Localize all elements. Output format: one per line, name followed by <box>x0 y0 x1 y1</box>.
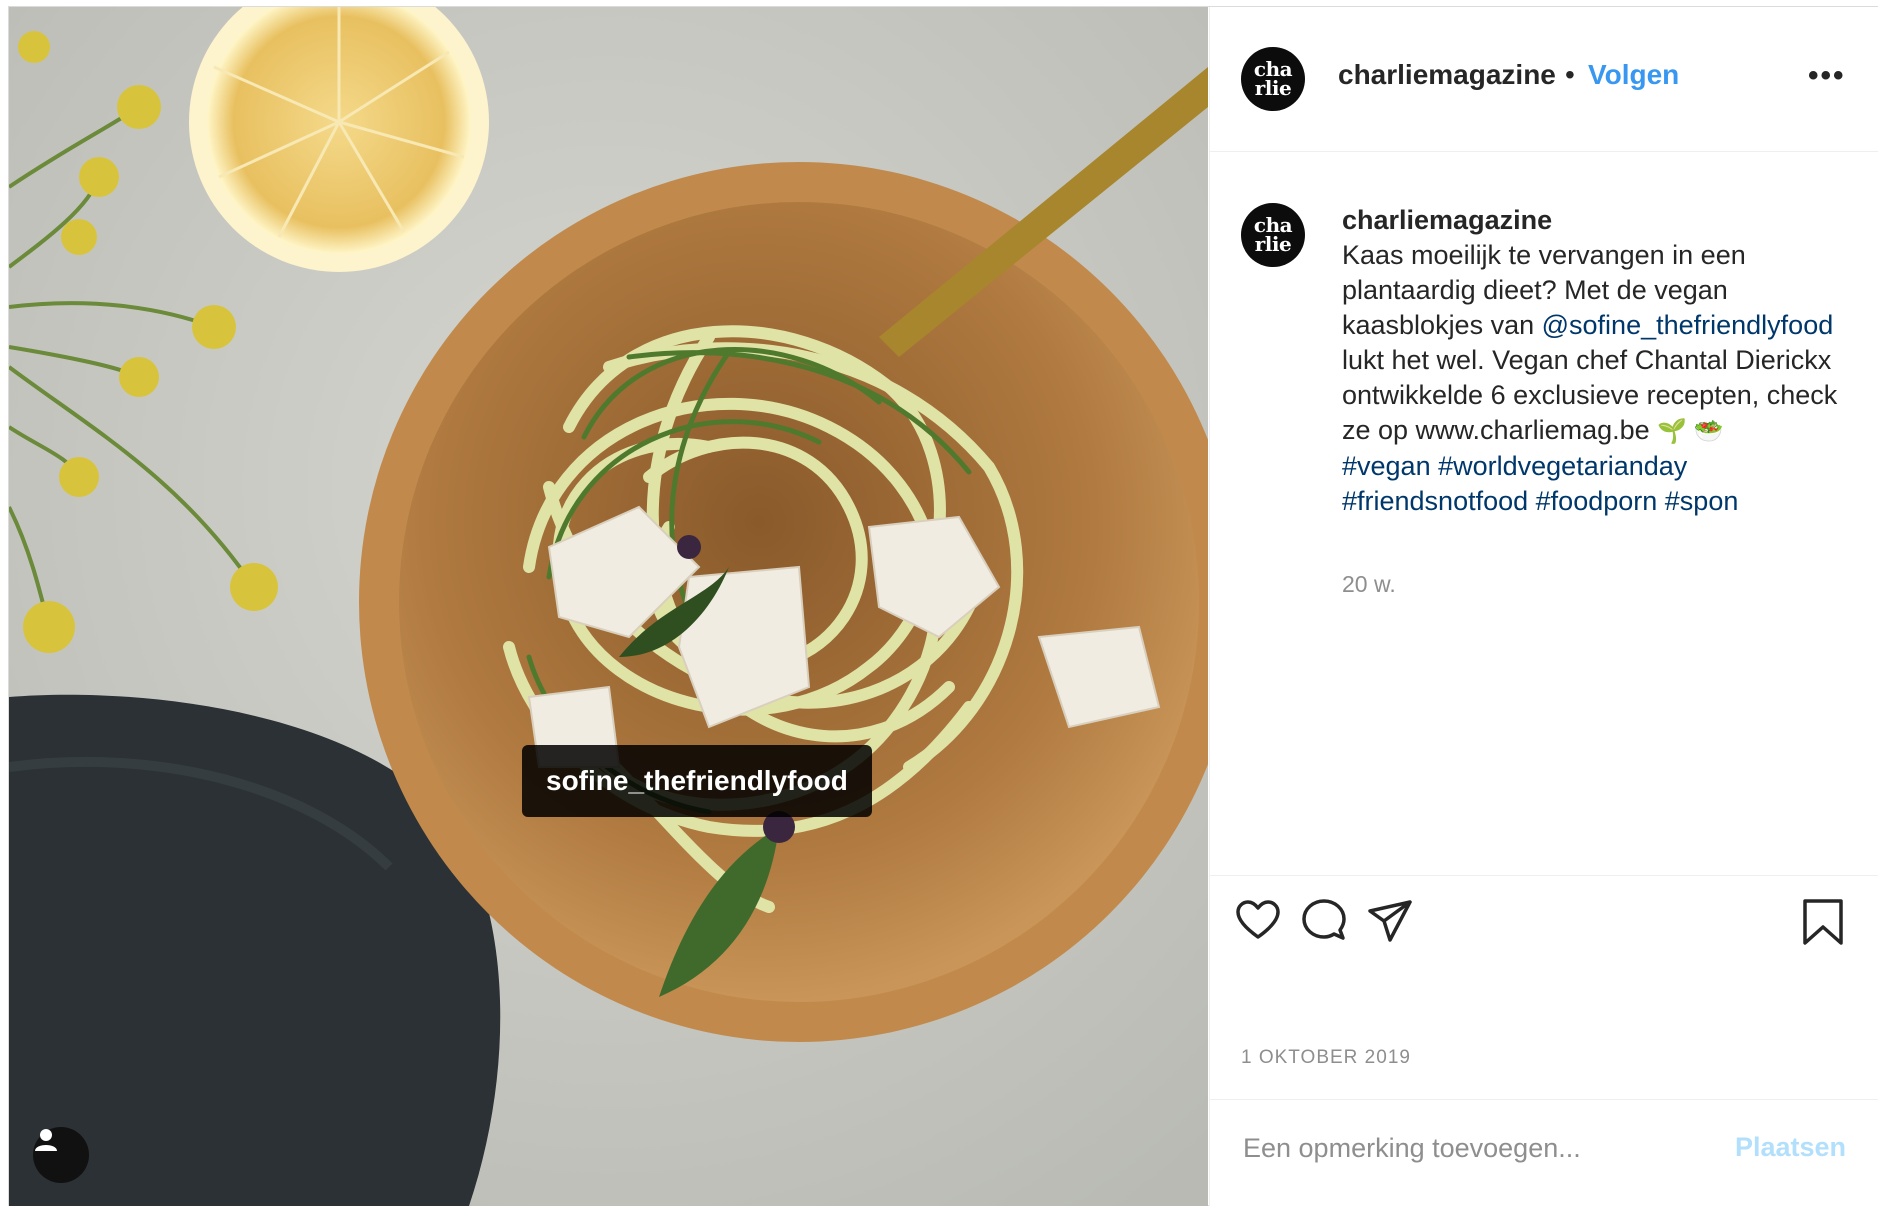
post-date[interactable]: 1 OKTOBER 2019 <box>1241 1047 1411 1069</box>
post-details-panel: cha rlie charliemagazine • Volgen ••• ch… <box>1209 7 1878 1206</box>
comment-input[interactable] <box>1241 1132 1725 1165</box>
follow-button[interactable]: Volgen <box>1588 59 1679 91</box>
post-photo[interactable]: sofine_thefriendlyfood <box>9 7 1208 1206</box>
caption-author-link[interactable]: charliemagazine <box>1342 203 1852 238</box>
action-bar <box>1210 897 1878 957</box>
food-photo-illustration <box>9 7 1208 1206</box>
comment-form: Plaatsen <box>1210 1099 1878 1207</box>
caption-text-part-2: lukt het wel. Vegan chef Chantal Dierick… <box>1342 345 1838 445</box>
hashtag-link[interactable]: #worldvegetarianday <box>1438 451 1687 481</box>
hashtag-link[interactable]: #foodporn <box>1536 486 1658 516</box>
header-separator: • <box>1565 59 1575 90</box>
photo-user-tag[interactable]: sofine_thefriendlyfood <box>522 745 872 817</box>
mention-link[interactable]: @sofine_thefriendlyfood <box>1542 310 1834 340</box>
hashtag-link[interactable]: #vegan <box>1342 451 1431 481</box>
avatar[interactable]: cha rlie <box>1241 47 1305 111</box>
caption-emojis: 🌱 🥗 <box>1657 418 1724 445</box>
user-tag-icon <box>35 1129 57 1151</box>
hashtag-link[interactable]: #spon <box>1665 486 1739 516</box>
more-options-icon[interactable]: ••• <box>1808 59 1846 93</box>
actions-divider <box>1210 875 1878 876</box>
heart-icon[interactable] <box>1234 897 1282 945</box>
hashtag-link[interactable]: #friendsnotfood <box>1342 486 1528 516</box>
avatar-text-bottom: rlie <box>1254 76 1292 100</box>
bookmark-icon[interactable] <box>1800 897 1846 947</box>
caption-avatar[interactable]: cha rlie <box>1241 203 1305 267</box>
relative-time[interactable]: 20 w. <box>1342 571 1396 598</box>
comment-icon[interactable] <box>1300 897 1348 945</box>
avatar-text-bottom: rlie <box>1254 232 1292 256</box>
share-icon[interactable] <box>1366 897 1414 945</box>
caption-text: charliemagazine Kaas moeilijk te vervang… <box>1342 203 1852 519</box>
header-username-link[interactable]: charliemagazine <box>1338 59 1556 91</box>
tagged-users-button[interactable] <box>33 1127 89 1183</box>
post-comment-button[interactable]: Plaatsen <box>1735 1132 1846 1163</box>
post-header: cha rlie charliemagazine • Volgen ••• <box>1210 7 1878 152</box>
